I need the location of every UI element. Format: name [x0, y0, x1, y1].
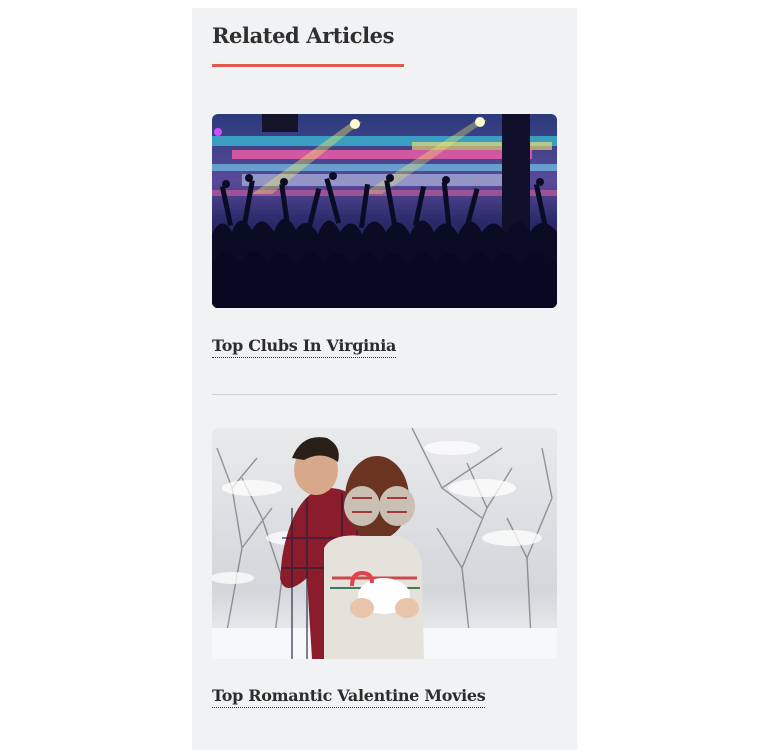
article-title-link-clubs[interactable]: Top Clubs In Virginia: [212, 336, 396, 358]
article-title-link-valentine[interactable]: Top Romantic Valentine Movies: [212, 686, 486, 708]
related-articles-heading: Related Articles: [212, 23, 395, 48]
heading-underline: [212, 64, 404, 67]
article-divider: [212, 394, 557, 395]
article-thumbnail-valentine[interactable]: [212, 428, 557, 659]
article-thumbnail-clubs[interactable]: [212, 114, 557, 308]
related-articles-widget: Related Articles Top Clubs In Virginia T…: [192, 8, 577, 750]
couple-in-snow-image: [212, 428, 557, 659]
nightclub-crowd-image: [212, 114, 557, 308]
